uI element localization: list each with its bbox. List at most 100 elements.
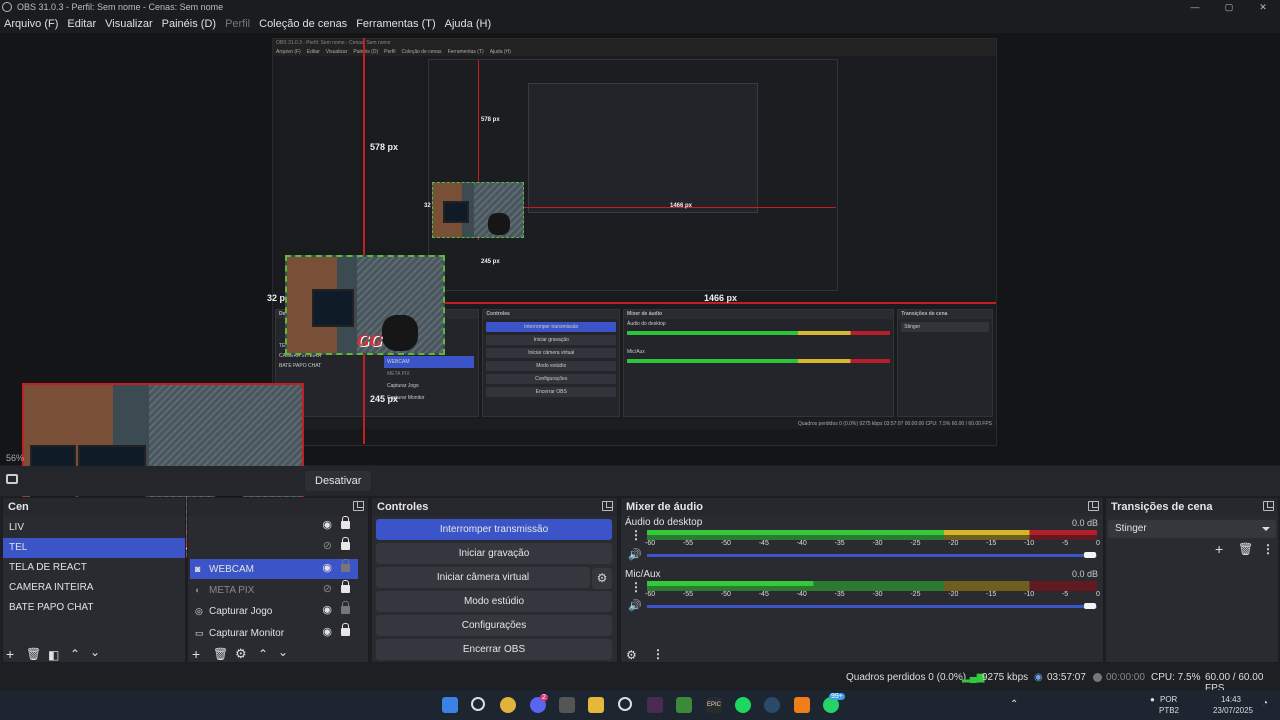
- eye-hidden-icon[interactable]: ⊘: [323, 584, 332, 595]
- volume-slider-mic[interactable]: [647, 605, 1097, 608]
- add-source-button[interactable]: +: [192, 647, 200, 661]
- remove-scene-button[interactable]: 🗑: [26, 647, 41, 661]
- float-dock-icon[interactable]: [602, 501, 613, 511]
- minimize-button[interactable]: —: [1178, 0, 1212, 14]
- scene-item-active[interactable]: TEL: [3, 538, 185, 558]
- track-menu-icon[interactable]: ⋮: [630, 528, 642, 542]
- remove-source-button[interactable]: 🗑: [213, 647, 228, 661]
- speaker-icon[interactable]: 🔊: [628, 548, 642, 561]
- search-icon[interactable]: [471, 697, 485, 711]
- volume-knob-mic[interactable]: [1084, 603, 1096, 609]
- file-explorer-icon[interactable]: [588, 697, 604, 713]
- lock-open-icon[interactable]: [341, 559, 350, 572]
- chrome-icon[interactable]: [500, 697, 516, 713]
- studio-mode-button[interactable]: Modo estúdio: [376, 591, 612, 612]
- mic-icon[interactable]: ●: [1150, 695, 1155, 704]
- nested-control-button: Iniciar gravação: [486, 335, 617, 345]
- float-dock-icon[interactable]: [1263, 501, 1274, 511]
- eye-icon[interactable]: ◉: [322, 563, 332, 574]
- nested-title-bar: OBS 31.0.3 - Perfil: Sem nome - Cenas: S…: [273, 39, 996, 47]
- settings-button[interactable]: Configurações: [376, 615, 612, 636]
- close-button[interactable]: ✕: [1246, 0, 1280, 14]
- remove-transition-button[interactable]: 🗑: [1238, 542, 1253, 556]
- menu-arquivo[interactable]: Arquivo (F): [4, 18, 58, 30]
- float-dock-icon[interactable]: [1088, 501, 1099, 511]
- nested-mixer-header: Mixer de áudio: [624, 310, 894, 319]
- lock-icon[interactable]: [341, 623, 350, 636]
- move-source-down-button[interactable]: ⌄: [278, 645, 288, 659]
- source-item-webcam[interactable]: ◙ WEBCAM ◉: [190, 559, 358, 579]
- source-toolbar-strip: [0, 466, 1280, 496]
- move-source-up-button[interactable]: ⌃: [258, 647, 268, 661]
- menu-paineis[interactable]: Painéis (D): [162, 18, 216, 30]
- xbox-icon[interactable]: [676, 697, 692, 713]
- menu-perfil[interactable]: Perfil: [225, 18, 250, 30]
- source-item-meta-pix[interactable]: ◐ META PIX ⊘: [190, 580, 358, 600]
- scene-item[interactable]: TELA DE REACT: [3, 558, 185, 578]
- bitrate: 9275 kbps: [982, 672, 1029, 683]
- windows-start-icon[interactable]: [442, 697, 458, 713]
- speaker-icon[interactable]: 🔊: [628, 599, 642, 612]
- scene-item[interactable]: CAMERA INTEIRA: [3, 578, 185, 598]
- volume-knob-desktop[interactable]: [1084, 552, 1096, 558]
- exit-button[interactable]: Encerrar OBS: [376, 639, 612, 660]
- scene-item[interactable]: BATE PAPO CHAT: [3, 598, 185, 618]
- menu-colecao-cenas[interactable]: Coleção de cenas: [259, 18, 347, 30]
- meter-tick: -5: [1061, 540, 1069, 547]
- deactivate-button[interactable]: Desativar: [305, 471, 372, 491]
- eye-icon[interactable]: ◉: [322, 520, 332, 531]
- taskbar: 2 EPIC 99+ ⌃ ● POR PTB2 14:43 23/07/2025…: [0, 690, 1280, 720]
- move-scene-down-button[interactable]: ⌄: [90, 645, 100, 659]
- transition-menu-icon[interactable]: ⋮: [1262, 542, 1274, 556]
- virtual-camera-gear-icon[interactable]: ⚙: [592, 568, 612, 589]
- meter-tick: -40: [796, 540, 807, 547]
- vlc-icon[interactable]: [794, 697, 810, 713]
- notification-bell-icon[interactable]: ◔: [1262, 698, 1268, 709]
- start-virtual-camera-button[interactable]: Iniciar câmera virtual: [376, 567, 590, 588]
- source-item-capturar-monitor[interactable]: ▭ Capturar Monitor ◉: [190, 623, 358, 643]
- nested-source-item: WEBCAM: [384, 356, 474, 368]
- mixer-settings-gear-icon[interactable]: ⚙: [626, 648, 637, 662]
- mixer-menu-icon[interactable]: ⋮: [652, 647, 664, 661]
- add-scene-button[interactable]: +: [6, 647, 14, 661]
- scene-filters-button[interactable]: ◧: [48, 648, 59, 662]
- menu-ferramentas[interactable]: Ferramentas (T): [356, 18, 435, 30]
- epic-games-icon[interactable]: EPIC: [706, 697, 722, 713]
- source-properties-gear-icon[interactable]: ⚙: [235, 647, 247, 661]
- eye-icon[interactable]: ◉: [322, 605, 332, 616]
- menu-visualizar[interactable]: Visualizar: [105, 18, 153, 30]
- steam-icon[interactable]: [764, 697, 780, 713]
- scene-item[interactable]: LIV: [3, 518, 185, 538]
- chevron-up-icon[interactable]: ⌃: [1010, 699, 1018, 710]
- spotify-icon[interactable]: [735, 697, 751, 713]
- volume-slider-desktop[interactable]: [647, 554, 1097, 557]
- meter-tick: -45: [758, 540, 769, 547]
- preview-canvas[interactable]: OBS 31.0.3 - Perfil: Sem nome - Cenas: S…: [272, 38, 997, 446]
- float-dock-icon[interactable]: [353, 501, 364, 511]
- nested-menu-item: Ferramentas (T): [447, 48, 484, 55]
- source-item[interactable]: ◉: [190, 516, 358, 536]
- move-scene-up-button[interactable]: ⌃: [70, 647, 80, 661]
- app-icon[interactable]: [647, 697, 663, 713]
- add-transition-button[interactable]: +: [1215, 542, 1223, 556]
- track-menu-icon[interactable]: ⋮: [630, 580, 642, 594]
- meter-tick: -50: [720, 591, 731, 598]
- lock-icon[interactable]: [341, 537, 350, 550]
- lock-icon[interactable]: [341, 516, 350, 529]
- lock-open-icon[interactable]: [341, 601, 350, 614]
- eye-hidden-icon[interactable]: ⊘: [323, 541, 332, 552]
- menu-editar[interactable]: Editar: [67, 18, 96, 30]
- start-recording-button[interactable]: Iniciar gravação: [376, 543, 612, 564]
- stop-stream-button[interactable]: Interromper transmissão: [376, 519, 612, 540]
- menu-ajuda[interactable]: Ajuda (H): [445, 18, 491, 30]
- eye-icon[interactable]: ◉: [322, 627, 332, 638]
- source-item[interactable]: ⊘: [190, 537, 358, 557]
- measure-inner-bottom-label: 245 px: [481, 259, 500, 265]
- store-icon[interactable]: [559, 697, 575, 713]
- source-item-capturar-jogo[interactable]: ◎ Capturar Jogo ◉: [190, 601, 358, 621]
- maximize-button[interactable]: ▢: [1212, 0, 1246, 14]
- lock-icon[interactable]: [341, 580, 350, 593]
- meter-tick: -10: [1024, 540, 1035, 547]
- obs-icon[interactable]: [618, 697, 632, 711]
- transition-select[interactable]: Stinger: [1108, 520, 1276, 538]
